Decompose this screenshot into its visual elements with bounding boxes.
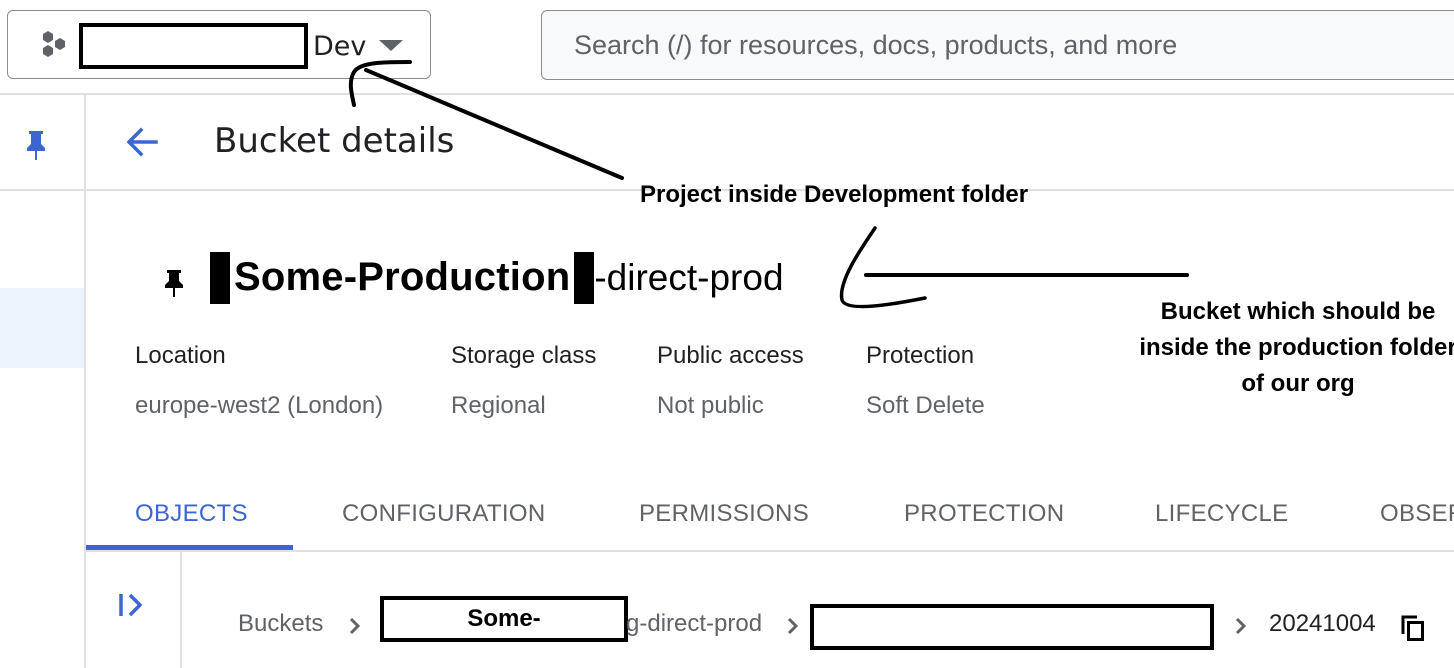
meta-label: Storage class [451, 342, 597, 369]
breadcrumb-current: 20241004 [1269, 610, 1376, 637]
panel-divider [180, 552, 182, 668]
rail-divider-horizontal [0, 189, 84, 191]
project-picker[interactable]: Dev [7, 10, 431, 79]
arrow-left-icon[interactable] [122, 122, 162, 162]
annotation-bucket-note: Bucket which should be inside the produc… [1139, 298, 1454, 397]
annotation-project-note: Project inside Development folder [640, 181, 1029, 208]
meta-label: Location [135, 342, 226, 369]
project-name-suffix: Dev [313, 31, 367, 62]
chevron-right-icon [787, 617, 799, 635]
pin-icon[interactable] [22, 128, 50, 162]
meta-storage-class: Storage class Regional [451, 342, 596, 420]
redaction-bar [574, 251, 595, 304]
tab-bar: OBJECTS CONFIGURATION PERMISSIONS PROTEC… [86, 480, 1454, 552]
tab-objects[interactable]: OBJECTS [135, 500, 248, 528]
meta-label: Public access [657, 342, 804, 369]
expand-panel-icon[interactable] [116, 590, 150, 620]
tab-observability[interactable]: OBSER [1380, 500, 1454, 528]
bucket-name: Some-Production -direct-prod [210, 250, 784, 305]
meta-value: Not public [657, 392, 764, 419]
tab-protection[interactable]: PROTECTION [904, 500, 1064, 528]
tabs-divider [86, 550, 1454, 552]
project-name-redaction [79, 23, 308, 69]
rail-divider [84, 95, 86, 668]
meta-location: Location europe-west2 (London) [135, 342, 383, 420]
meta-public-access: Public access Not public [657, 342, 804, 420]
meta-value: europe-west2 (London) [135, 392, 384, 419]
top-divider [0, 93, 1454, 95]
meta-value: Soft Delete [866, 392, 985, 419]
chevron-right-icon [349, 617, 361, 635]
meta-protection: Protection Soft Delete [866, 342, 985, 420]
tab-permissions[interactable]: PERMISSIONS [639, 500, 809, 528]
bucket-name-highlight: Some-Production [234, 255, 571, 299]
search-box[interactable] [541, 10, 1454, 80]
chevron-right-icon [1235, 617, 1247, 635]
breadcrumb-buckets[interactable]: Buckets [238, 610, 323, 638]
tab-configuration[interactable]: CONFIGURATION [342, 500, 545, 528]
breadcrumb-folder-redaction[interactable] [810, 604, 1214, 650]
breadcrumb: Buckets Some- g-direct-prod 20241004 [238, 596, 1454, 656]
copy-icon[interactable] [1400, 614, 1426, 642]
breadcrumb-bucket-tail[interactable]: g-direct-prod [626, 610, 762, 638]
tab-lifecycle[interactable]: LIFECYCLE [1155, 500, 1288, 528]
hexagon-cluster-icon [43, 31, 65, 57]
triangle-down-icon [379, 40, 403, 51]
redaction-bar [210, 251, 230, 304]
annotation-arrow-to-bucket [839, 226, 927, 309]
bucket-name-suffix: -direct-prod [594, 256, 784, 298]
left-nav-rail [0, 95, 84, 668]
pin-icon [165, 270, 183, 297]
meta-value: Regional [451, 392, 546, 419]
breadcrumb-bucket-redaction[interactable]: Some- [380, 596, 628, 642]
breadcrumb-bucket-visible: Some- [467, 605, 541, 632]
rail-item-active[interactable] [0, 288, 84, 368]
search-input[interactable] [574, 25, 1434, 65]
page-title: Bucket details [214, 121, 455, 161]
meta-label: Protection [866, 342, 975, 369]
